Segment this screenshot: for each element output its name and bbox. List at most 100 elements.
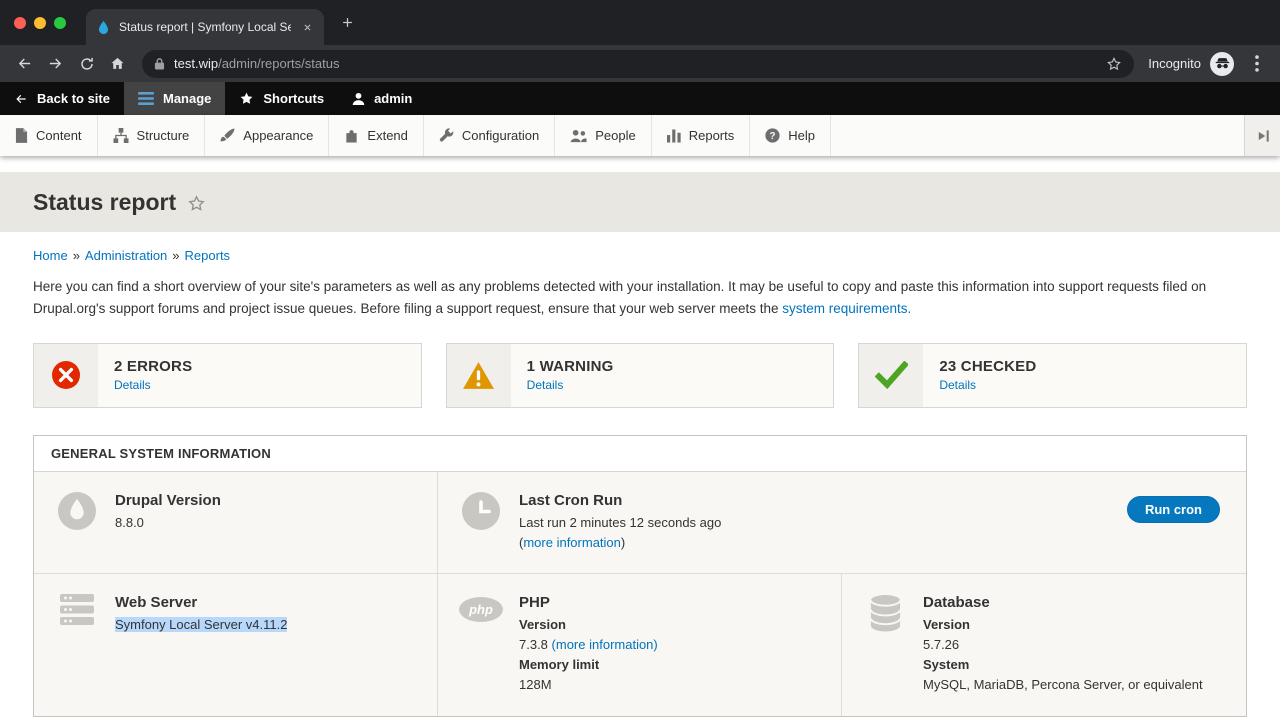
menu-item-label: Help xyxy=(788,128,815,143)
bookmark-star-icon[interactable] xyxy=(1106,56,1122,72)
checked-count: 23 CHECKED xyxy=(939,358,1036,375)
php-icon: php xyxy=(459,594,503,696)
page-title: Status report xyxy=(33,189,176,216)
back-arrow-icon xyxy=(14,92,28,106)
checked-details-link[interactable]: Details xyxy=(939,378,1036,392)
structure-icon xyxy=(113,128,129,143)
php-version-line: 7.3.8 (more information) xyxy=(519,635,658,655)
last-cron-run-text: Last Cron Run Last run 2 minutes 12 seco… xyxy=(519,492,721,553)
php-logo-icon: php xyxy=(459,597,503,622)
menu-item-label: Reports xyxy=(689,128,735,143)
window-controls xyxy=(14,17,66,29)
browser-tab[interactable]: Status report | Symfony Local Se xyxy=(86,9,324,45)
database-version-value: 5.7.26 xyxy=(923,635,1203,655)
menu-item-label: Structure xyxy=(137,128,190,143)
user-label: admin xyxy=(374,91,412,106)
database-version-label: Version xyxy=(923,615,1203,635)
system-info-grid: Drupal Version 8.8.0 Last Cron Run Last … xyxy=(34,472,1246,716)
browser-toolbar: test.wip/admin/reports/status Incognito xyxy=(0,45,1280,82)
breadcrumb-link-administration[interactable]: Administration xyxy=(85,248,167,263)
incognito-label: Incognito xyxy=(1148,56,1201,71)
reports-icon xyxy=(667,129,681,143)
php-memory-label: Memory limit xyxy=(519,655,658,675)
menu-item-structure[interactable]: Structure xyxy=(98,115,206,156)
back-button[interactable] xyxy=(10,49,39,78)
people-icon xyxy=(570,129,587,143)
system-requirements-link[interactable]: system requirements. xyxy=(782,301,911,316)
tab-close-icon[interactable] xyxy=(299,19,316,36)
errors-count: 2 ERRORS xyxy=(114,358,192,375)
shortcuts-star-icon xyxy=(239,91,254,106)
database-system-label: System xyxy=(923,655,1203,675)
lock-icon xyxy=(154,57,165,70)
user-menu-button[interactable]: admin xyxy=(338,82,426,115)
collapse-toolbar-icon xyxy=(1256,130,1269,142)
cron-more-information-link[interactable]: more information xyxy=(523,535,621,550)
home-button[interactable] xyxy=(103,49,132,78)
php-version-value: 7.3.8 xyxy=(519,637,548,652)
section-title: GENERAL SYSTEM INFORMATION xyxy=(34,436,1246,472)
database-title: Database xyxy=(923,594,1203,611)
manage-button[interactable]: Manage xyxy=(124,82,225,115)
breadcrumb-separator: » xyxy=(172,248,179,263)
menu-item-label: Extend xyxy=(367,128,407,143)
browser-window: Status report | Symfony Local Se test.wi… xyxy=(0,0,1280,720)
paren: ) xyxy=(621,535,625,550)
errors-card-body: 2 ERRORS Details xyxy=(98,344,208,407)
new-tab-button[interactable] xyxy=(332,8,362,38)
url-host: test.wip xyxy=(174,56,218,71)
browser-menu-icon[interactable] xyxy=(1244,55,1270,72)
clock-icon xyxy=(459,492,503,553)
database-icon xyxy=(863,594,907,696)
shortcuts-button[interactable]: Shortcuts xyxy=(225,82,338,115)
address-bar[interactable]: test.wip/admin/reports/status xyxy=(142,50,1134,78)
errors-details-link[interactable]: Details xyxy=(114,378,192,392)
run-cron-button[interactable]: Run cron xyxy=(1127,496,1220,523)
checkmark-icon xyxy=(859,344,923,407)
menu-item-people[interactable]: People xyxy=(555,115,651,156)
menu-item-label: Appearance xyxy=(243,128,313,143)
menu-bar-spacer xyxy=(831,115,1244,156)
toolbar-orientation-toggle[interactable] xyxy=(1244,115,1280,156)
tab-title: Status report | Symfony Local Se xyxy=(119,20,291,34)
close-window-button[interactable] xyxy=(14,17,26,29)
maximize-window-button[interactable] xyxy=(54,17,66,29)
incognito-indicator: Incognito xyxy=(1148,52,1234,76)
extend-icon xyxy=(344,128,359,143)
incognito-icon xyxy=(1210,52,1234,76)
breadcrumb-link-home[interactable]: Home xyxy=(33,248,68,263)
menu-item-label: Content xyxy=(36,128,82,143)
web-server-text: Web Server Symfony Local Server v4.11.2 xyxy=(115,594,287,696)
breadcrumb-separator: » xyxy=(73,248,80,263)
php-more-information-link[interactable]: (more information) xyxy=(552,637,658,652)
general-system-information: GENERAL SYSTEM INFORMATION Drupal Versio… xyxy=(33,435,1247,717)
php-text: PHP Version 7.3.8 (more information) Mem… xyxy=(519,594,658,696)
browser-tab-strip: Status report | Symfony Local Se xyxy=(0,0,1280,45)
help-icon: ? xyxy=(765,128,780,143)
menu-item-configuration[interactable]: Configuration xyxy=(424,115,555,156)
php-memory-value: 128M xyxy=(519,675,658,695)
reload-button[interactable] xyxy=(72,49,101,78)
menu-item-content[interactable]: Content xyxy=(0,115,98,156)
menu-item-extend[interactable]: Extend xyxy=(329,115,423,156)
drupal-version-value: 8.8.0 xyxy=(115,513,221,533)
database-cell: Database Version 5.7.26 System MySQL, Ma… xyxy=(842,573,1246,716)
page-header: Status report xyxy=(0,172,1280,232)
web-server-cell: Web Server Symfony Local Server v4.11.2 xyxy=(34,573,438,716)
content-icon xyxy=(15,128,28,143)
database-system-value: MySQL, MariaDB, Percona Server, or equiv… xyxy=(923,675,1203,695)
menu-item-reports[interactable]: Reports xyxy=(652,115,751,156)
warnings-details-link[interactable]: Details xyxy=(527,378,614,392)
breadcrumb-link-reports[interactable]: Reports xyxy=(185,248,231,263)
back-to-site-button[interactable]: Back to site xyxy=(0,82,124,115)
hamburger-icon xyxy=(138,92,154,105)
favorite-star-icon[interactable] xyxy=(187,194,206,213)
minimize-window-button[interactable] xyxy=(34,17,46,29)
menu-item-appearance[interactable]: Appearance xyxy=(205,115,329,156)
intro-text: Here you can find a short overview of yo… xyxy=(33,279,1206,316)
last-cron-run-title: Last Cron Run xyxy=(519,492,721,509)
intro-paragraph: Here you can find a short overview of yo… xyxy=(33,276,1247,320)
menu-item-help[interactable]: ? Help xyxy=(750,115,831,156)
forward-button[interactable] xyxy=(41,49,70,78)
warnings-card: 1 WARNING Details xyxy=(446,343,835,408)
